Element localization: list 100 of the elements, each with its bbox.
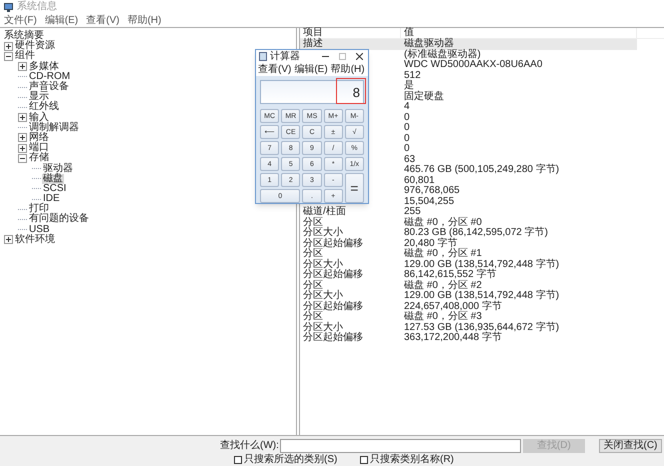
calculator-key[interactable]: = [344,173,364,203]
table-cell-text: 磁盘 #0，分区 #1 [403,249,482,260]
table-cell-text: 磁盘 #0，分区 #0 [403,218,482,228]
checkbox-label: 只搜索类别名称(R) [370,454,454,464]
tree-item[interactable]: SCSI [42,184,68,194]
table-cell: 磁道/柱面 [303,207,346,218]
table-cell: 分区 [303,249,323,260]
menu-item[interactable]: 帮助(H) [330,65,365,76]
menu-item[interactable]: 文件(F) [4,16,37,26]
table-row[interactable]: 分区大小 127.53 GB (136,935,644,672 字节) [300,322,637,333]
table-cell-text: 4 [403,102,410,112]
tree-item[interactable]: 红外线 [28,102,60,112]
checkbox[interactable] [360,456,368,464]
tree-item[interactable]: 有问题的设备 [28,214,90,224]
table-cell: 分区起始偏移 [303,302,363,312]
table-cell: 分区起始偏移 [303,270,363,280]
window-title: 系统信息 [17,2,57,12]
table-cell-text: 127.53 GB (136,935,644,672 字节) [403,322,560,333]
collapse-icon[interactable] [18,154,27,163]
table-cell-text: 86,142,615,552 字节 [403,270,496,280]
table-cell-text: 129.00 GB (138,514,792,448 字节) [403,291,560,302]
menu-item[interactable]: 帮助(H) [127,16,162,26]
table-cell-text: 磁盘 #0，分区 #2 [403,280,482,291]
table-cell-text: 255 [403,207,421,218]
table-cell: 分区大小 [303,291,343,302]
tree-item[interactable]: 输入 [28,112,50,123]
table-row[interactable]: 分区大小 80.23 GB (86,142,595,072 字节) [300,228,637,238]
display-value: 8 [352,86,360,99]
table-cell-text: 磁盘驱动器 [403,39,454,50]
checkbox[interactable] [234,456,242,464]
expand-icon[interactable] [4,42,13,51]
table-cell: 描述 [303,39,323,50]
tree-item[interactable]: 系统摘要 [3,31,45,42]
table-row[interactable]: 分区 磁盘 #0，分区 #1 [300,249,637,260]
table-row[interactable]: 分区起始偏移 86,142,615,552 字节 [300,270,637,280]
tree-item[interactable]: CD-ROM [28,72,72,82]
table-row[interactable]: 分区 磁盘 #0，分区 #3 [300,312,637,322]
column-header[interactable]: 值 [401,28,637,38]
menu-item[interactable]: 查看(V) [258,65,292,76]
calculator-icon [259,52,267,62]
expand-icon[interactable] [4,235,13,244]
table-cell-text: 磁盘 #0，分区 #3 [403,312,482,322]
expand-icon[interactable] [18,133,27,142]
table-cell-text: 80.23 GB (86,142,595,072 字节) [403,228,548,238]
table-cell-text: 512 [403,70,421,81]
tree-item[interactable]: 声音设备 [28,82,70,92]
menu-item[interactable]: 编辑(E) [44,16,78,26]
tree-item[interactable]: 显示 [28,92,50,102]
table-cell-text: 363,172,200,448 字节 [403,333,502,344]
expand-icon[interactable] [18,62,27,72]
tree-item[interactable]: 多媒体 [28,62,60,72]
table-cell-text: (标准磁盘驱动器) [403,50,481,60]
tree-item[interactable]: 网络 [28,132,50,143]
table-cell: 分区起始偏移 [303,238,363,249]
table-cell: 分区 [303,218,323,228]
table-row[interactable]: 分区大小 129.00 GB (138,514,792,448 字节) [300,260,637,270]
tree-item[interactable]: 硬件资源 [14,41,56,52]
table-cell: 分区 [303,280,323,291]
tree-item[interactable]: USB [28,224,51,235]
tree-item[interactable]: 组件 [14,51,36,62]
tree-item[interactable]: 软件环境 [14,234,56,245]
highlight-box [336,78,366,104]
close-find-button[interactable]: 关闭查找(C) [598,438,662,452]
menu-item[interactable]: 查看(V) [86,16,120,26]
table-cell-text: 224,657,408,000 字节 [403,302,502,312]
table-cell: 分区 [303,312,323,322]
table-row[interactable]: 描述 磁盘驱动器 [300,39,637,50]
tree-item[interactable]: 端口 [28,143,50,154]
close-icon[interactable] [356,53,363,60]
table-cell: 分区大小 [303,322,343,333]
find-label: 查找什么(W): [220,440,280,450]
table-row[interactable]: 分区 磁盘 #0，分区 #2 [300,280,637,291]
table-row[interactable]: 分区起始偏移 224,657,408,000 字节 [300,302,637,312]
collapse-icon[interactable] [4,52,13,61]
search-field[interactable] [280,438,521,452]
tree-item[interactable]: 磁盘 [42,174,64,184]
table-cell-text: 129.00 GB (138,514,792,448 字节) [403,260,560,270]
tree-item[interactable]: 打印 [28,204,50,214]
table-cell: 分区大小 [303,260,343,270]
column-header[interactable]: 项目 [300,28,401,38]
checkbox-label: 只搜索所选的类别(S) [244,454,338,464]
calculator-title: 计算器 [270,52,300,62]
expand-icon[interactable] [18,113,27,122]
table-cell-text: 465.76 GB (500,105,249,280 字节) [403,165,560,176]
monitor-icon [4,2,13,12]
table-row[interactable]: 分区起始偏移 20,480 字节 [300,238,637,249]
table-row[interactable]: 磁道/柱面 255 [300,207,637,218]
tree-item[interactable]: 驱动器 [42,164,74,174]
table-cell: 分区大小 [303,228,343,238]
table-cell-text: 20,480 字节 [403,238,458,249]
table-row[interactable]: 分区起始偏移 363,172,200,448 字节 [300,333,637,344]
table-cell-text: 0 [403,134,410,144]
expand-icon[interactable] [18,144,27,153]
menu-item[interactable]: 编辑(E) [294,65,328,76]
table-row[interactable]: 分区 磁盘 #0，分区 #0 [300,218,637,228]
table-cell-text: 是 [403,81,414,92]
tree-item[interactable]: 存储 [28,153,50,164]
table-cell: 分区起始偏移 [303,333,363,344]
table-row[interactable]: 分区大小 129.00 GB (138,514,792,448 字节) [300,291,637,302]
tree-item[interactable]: 调制解调器 [28,122,80,133]
